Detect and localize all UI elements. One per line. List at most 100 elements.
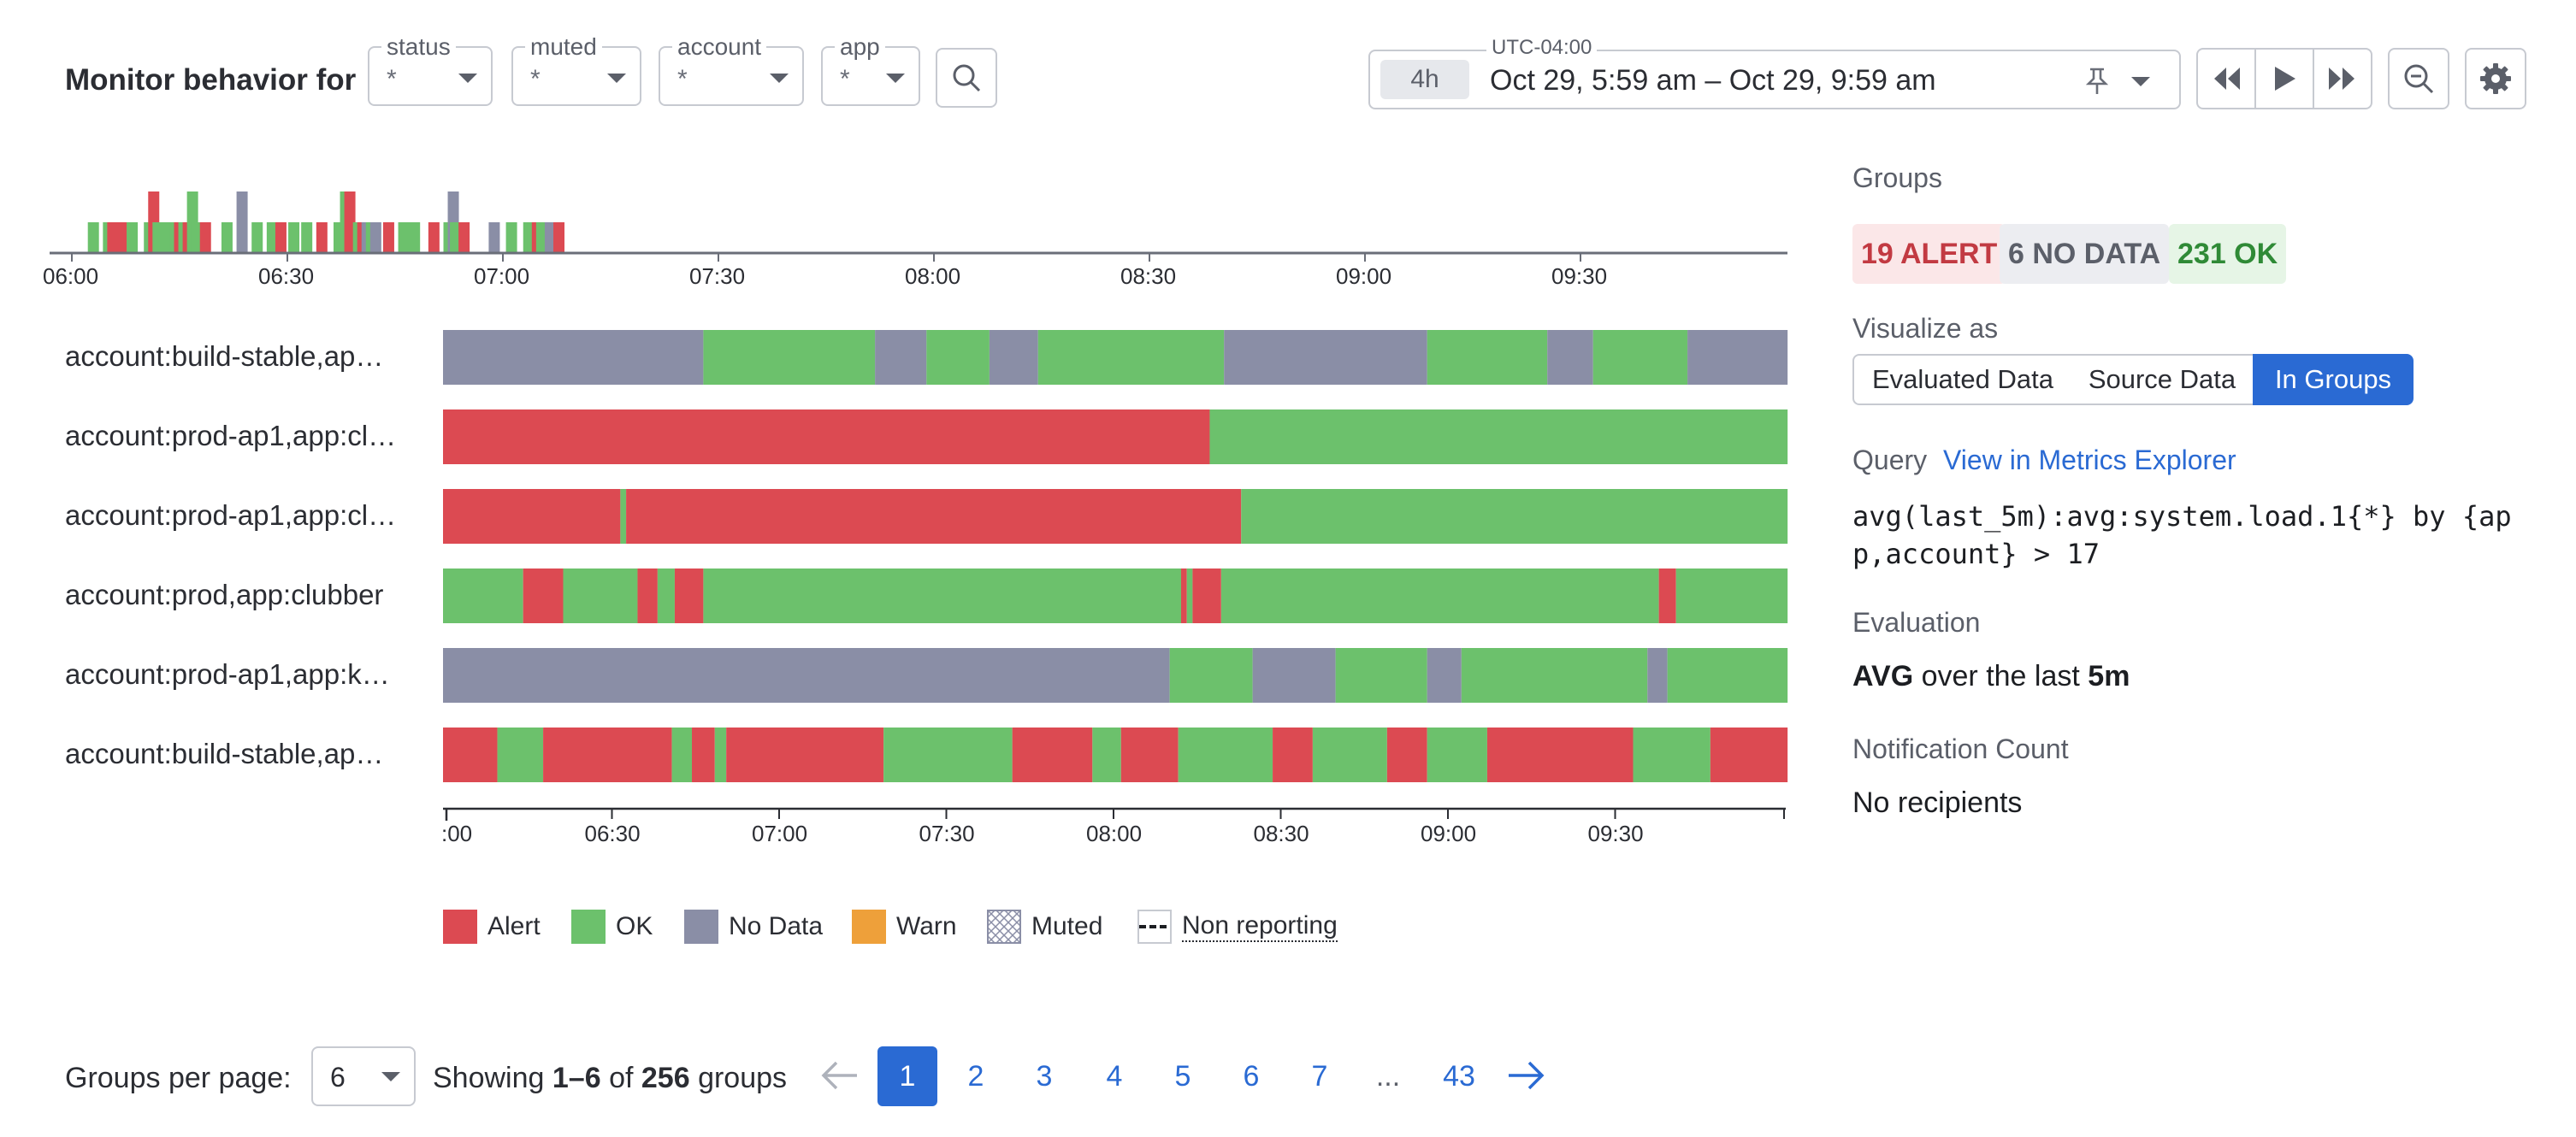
- evaluation-middle: over the last: [1921, 660, 2080, 692]
- page-button-2[interactable]: 2: [946, 1046, 1006, 1106]
- tab-in-groups[interactable]: In Groups: [2253, 354, 2414, 405]
- group-0-segment-3: [926, 330, 990, 385]
- showing-suffix: groups: [698, 1062, 788, 1094]
- group-timeline-chart: [443, 330, 1788, 821]
- alert-count-badge[interactable]: 19 ALERT: [1852, 224, 2006, 284]
- showing-total: 256: [641, 1062, 690, 1094]
- group-5-segment-5: [714, 728, 727, 782]
- play-button[interactable]: [2256, 50, 2314, 108]
- group-5-segment-12: [1273, 728, 1313, 782]
- chevron-down-icon: [381, 1072, 400, 1081]
- query-line-2: p,account} > 17: [1852, 538, 2100, 570]
- group-5-segment-18: [1710, 728, 1788, 782]
- non-reporting-swatch: [1137, 910, 1172, 944]
- query-row: Query View in Metrics Explorer: [1852, 445, 2236, 476]
- settings-button[interactable]: [2465, 48, 2526, 109]
- metrics-explorer-link[interactable]: View in Metrics Explorer: [1943, 445, 2236, 475]
- legend-non-reporting[interactable]: Non reporting: [1137, 910, 1338, 944]
- groups-heading: Groups: [1852, 162, 1942, 193]
- group-tick-label-4: 08:30: [1253, 821, 1309, 846]
- group-4-segment-7: [1667, 648, 1788, 703]
- query-text: avg(last_5m):avg:system.load.1{*} by {ap…: [1852, 498, 2512, 573]
- notification-value: No recipients: [1852, 786, 2023, 819]
- group-0-segment-1: [703, 330, 876, 385]
- legend-no-data-label: No Data: [729, 912, 824, 940]
- group-4-segment-6: [1647, 648, 1668, 703]
- evaluation-heading: Evaluation: [1852, 607, 1981, 638]
- evaluation-aggregation: AVG: [1852, 660, 1914, 692]
- page-button-7[interactable]: 7: [1290, 1046, 1350, 1106]
- showing-prefix: Showing: [433, 1062, 545, 1094]
- play-icon: [2275, 67, 2295, 91]
- chevron-down-icon[interactable]: [2131, 77, 2150, 86]
- playback-controls: [2196, 48, 2372, 109]
- group-5-segment-2: [543, 728, 672, 782]
- ok-swatch: [571, 910, 606, 944]
- gear-icon: [2480, 63, 2511, 94]
- per-page-select[interactable]: 6: [311, 1046, 416, 1106]
- page-button-1[interactable]: 1: [877, 1046, 937, 1106]
- group-5-segment-6: [726, 728, 884, 782]
- no-data-count-badge[interactable]: 6 NO DATA: [2000, 224, 2170, 284]
- group-4-segment-3: [1335, 648, 1427, 703]
- page-button-5[interactable]: 5: [1153, 1046, 1213, 1106]
- legend-muted: Muted: [987, 910, 1102, 944]
- fast-forward-button[interactable]: [2314, 50, 2371, 108]
- previous-page-arrow-icon[interactable]: [821, 1060, 859, 1091]
- group-3-segment-1: [523, 568, 564, 623]
- group-1-segment-1: [1209, 409, 1788, 464]
- group-0-segment-10: [1687, 330, 1788, 385]
- legend-non-reporting-label[interactable]: Non reporting: [1182, 911, 1338, 942]
- page-button-43[interactable]: 43: [1427, 1046, 1492, 1106]
- zoom-out-icon: [2404, 64, 2434, 94]
- group-5-segment-15: [1427, 728, 1487, 782]
- group-tick-label-1: 07:00: [752, 821, 808, 846]
- group-2-segment-0: [443, 489, 621, 544]
- group-0-segment-9: [1592, 330, 1688, 385]
- next-page-arrow-icon[interactable]: [1507, 1060, 1545, 1091]
- group-3-segment-6: [703, 568, 1182, 623]
- legend-alert: Alert: [443, 910, 541, 944]
- group-4-segment-5: [1461, 648, 1648, 703]
- group-0-segment-7: [1427, 330, 1548, 385]
- tab-source-data[interactable]: Source Data: [2071, 354, 2254, 405]
- pin-icon[interactable]: [2083, 67, 2111, 96]
- zoom-out-button[interactable]: [2388, 48, 2449, 109]
- per-page-label: Groups per page:: [65, 1062, 292, 1094]
- group-2-segment-1: [620, 489, 627, 544]
- legend-warn: Warn: [852, 910, 957, 944]
- group-tick-label-2: 07:30: [919, 821, 975, 846]
- visualize-heading: Visualize as: [1852, 313, 1999, 344]
- group-5-segment-13: [1312, 728, 1387, 782]
- group-0-segment-6: [1224, 330, 1427, 385]
- group-3-segment-4: [657, 568, 675, 623]
- group-2-segment-3: [1241, 489, 1788, 544]
- group-5-segment-0: [443, 728, 498, 782]
- no-data-swatch: [684, 910, 718, 944]
- alert-swatch: [443, 910, 477, 944]
- legend-muted-label: Muted: [1031, 912, 1103, 940]
- tab-evaluated-data[interactable]: Evaluated Data: [1852, 354, 2073, 405]
- warn-swatch: [852, 910, 886, 944]
- group-5-segment-16: [1486, 728, 1634, 782]
- group-3-segment-11: [1658, 568, 1676, 623]
- group-3-segment-0: [443, 568, 523, 623]
- group-tick-label-5: 09:00: [1421, 821, 1477, 846]
- muted-swatch: [987, 910, 1021, 944]
- page-button-6[interactable]: 6: [1221, 1046, 1281, 1106]
- page-button-4[interactable]: 4: [1084, 1046, 1144, 1106]
- ok-count-badge[interactable]: 231 OK: [2169, 224, 2287, 284]
- group-5-segment-7: [883, 728, 1013, 782]
- fast-forward-icon: [2329, 68, 2354, 90]
- group-5-segment-8: [1012, 728, 1093, 782]
- group-tick-label-first: :00: [441, 821, 473, 846]
- page-button-3[interactable]: 3: [1014, 1046, 1074, 1106]
- group-4-segment-1: [1169, 648, 1253, 703]
- query-heading: Query: [1852, 445, 1928, 475]
- evaluation-window: 5m: [2088, 660, 2130, 692]
- group-0-segment-4: [989, 330, 1038, 385]
- rewind-button[interactable]: [2198, 50, 2256, 108]
- page-ellipsis: ...: [1375, 1060, 1401, 1093]
- notification-heading: Notification Count: [1852, 733, 2069, 764]
- group-0-segment-0: [443, 330, 704, 385]
